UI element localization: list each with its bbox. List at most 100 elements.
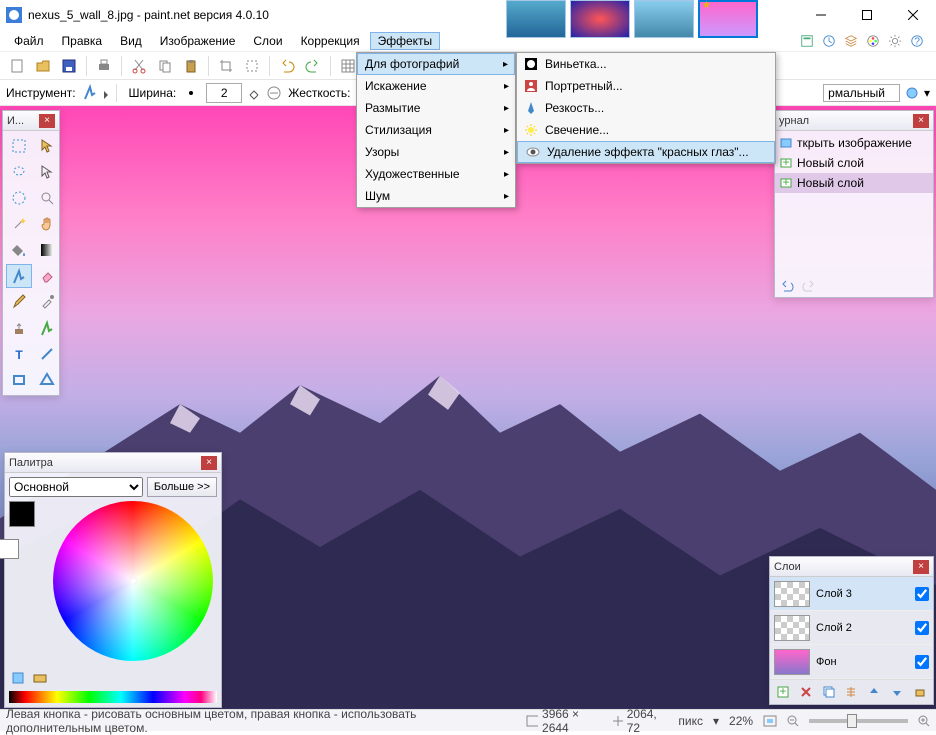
pencil-tool[interactable]: [6, 290, 32, 314]
layers-panel[interactable]: Слои × Слой 3 Слой 2 Фон +: [769, 556, 934, 705]
zoom-out-icon[interactable]: [787, 715, 799, 727]
magic-wand-tool[interactable]: [6, 212, 32, 236]
tools-panel-close[interactable]: ×: [39, 114, 55, 128]
gradient-tool[interactable]: [34, 238, 60, 262]
blend-mode-select[interactable]: рмальный: [823, 84, 900, 102]
undo-icon[interactable]: [276, 55, 298, 77]
submenu-portrait[interactable]: Портретный...: [517, 75, 775, 97]
zoom-slider-handle[interactable]: [847, 714, 857, 728]
colors-panel[interactable]: Палитра × Основной Больше >>: [4, 452, 222, 708]
print-icon[interactable]: [93, 55, 115, 77]
line-tool[interactable]: [34, 342, 60, 366]
merge-layer-icon[interactable]: [842, 683, 860, 701]
doc-thumb-3[interactable]: [634, 0, 694, 38]
menu-image[interactable]: Изображение: [152, 32, 244, 50]
rectangle-tool[interactable]: [6, 368, 32, 392]
move-selection-tool[interactable]: [34, 134, 60, 158]
zoom-in-icon[interactable]: [918, 715, 930, 727]
width-input[interactable]: [206, 83, 242, 103]
color-mode-select[interactable]: Основной: [9, 477, 143, 497]
tool-selector[interactable]: [82, 84, 110, 102]
blend-dropdown-icon[interactable]: ▾: [924, 86, 930, 100]
layer-properties-icon[interactable]: [911, 683, 929, 701]
add-palette-color-icon[interactable]: [9, 669, 27, 687]
duplicate-layer-icon[interactable]: [820, 683, 838, 701]
zoom-tool[interactable]: [34, 186, 60, 210]
fit-window-icon[interactable]: [763, 715, 777, 727]
rect-select-tool[interactable]: [6, 134, 32, 158]
color-strip[interactable]: [9, 691, 217, 703]
unit-dropdown-icon[interactable]: ▾: [713, 714, 719, 728]
history-panel[interactable]: урнал × ткрыть изображение +Новый слой +…: [774, 110, 934, 298]
paste-icon[interactable]: [180, 55, 202, 77]
cut-icon[interactable]: [128, 55, 150, 77]
history-item[interactable]: +Новый слой: [775, 153, 933, 173]
history-window-toggle[interactable]: [820, 32, 838, 50]
copy-icon[interactable]: [154, 55, 176, 77]
minimize-button[interactable]: [798, 0, 844, 30]
new-file-icon[interactable]: [6, 55, 28, 77]
move-layer-down-icon[interactable]: [888, 683, 906, 701]
history-panel-close[interactable]: ×: [913, 114, 929, 128]
layers-window-toggle[interactable]: [842, 32, 860, 50]
recolor-tool[interactable]: [34, 316, 60, 340]
move-tool[interactable]: [34, 160, 60, 184]
doc-thumb-1[interactable]: [506, 0, 566, 38]
layer-item[interactable]: Фон: [770, 645, 933, 679]
submenu-glow[interactable]: Свечение...: [517, 119, 775, 141]
move-layer-up-icon[interactable]: [865, 683, 883, 701]
redo-icon[interactable]: [302, 55, 324, 77]
menu-file[interactable]: Файл: [6, 32, 52, 50]
status-unit[interactable]: пикс: [678, 714, 703, 728]
layer-visible-checkbox[interactable]: [915, 655, 929, 669]
tools-panel[interactable]: И... × T: [2, 110, 60, 396]
text-tool[interactable]: T: [6, 342, 32, 366]
submenu-vignette[interactable]: Виньетка...: [517, 53, 775, 75]
close-button[interactable]: [890, 0, 936, 30]
effects-menu-stylize[interactable]: Стилизация▸: [357, 119, 515, 141]
width-decrease-icon[interactable]: [266, 85, 282, 101]
menu-view[interactable]: Вид: [112, 32, 150, 50]
ellipse-select-tool[interactable]: [6, 186, 32, 210]
doc-thumb-2[interactable]: [570, 0, 630, 38]
antialias-icon[interactable]: [904, 85, 920, 101]
pan-tool[interactable]: [34, 212, 60, 236]
lasso-tool[interactable]: [6, 160, 32, 184]
delete-layer-icon[interactable]: [797, 683, 815, 701]
save-icon[interactable]: [58, 55, 80, 77]
menu-edit[interactable]: Правка: [54, 32, 111, 50]
tools-window-toggle[interactable]: [798, 32, 816, 50]
width-dropdown-icon[interactable]: [248, 84, 260, 102]
more-button[interactable]: Больше >>: [147, 477, 217, 497]
effects-menu-blur[interactable]: Размытие▸: [357, 97, 515, 119]
maximize-button[interactable]: [844, 0, 890, 30]
settings-icon[interactable]: [886, 32, 904, 50]
effects-menu-patterns[interactable]: Узоры▸: [357, 141, 515, 163]
color-wheel[interactable]: [53, 501, 213, 661]
effects-menu-photography[interactable]: Для фотографий▸: [357, 53, 515, 75]
history-redo-icon[interactable]: [801, 279, 817, 293]
eraser-tool[interactable]: [34, 264, 60, 288]
menu-layers[interactable]: Слои: [245, 32, 290, 50]
fill-tool[interactable]: [6, 238, 32, 262]
layers-panel-close[interactable]: ×: [913, 560, 929, 574]
colors-window-toggle[interactable]: [864, 32, 882, 50]
primary-color-swatch[interactable]: [9, 501, 35, 527]
palette-manage-icon[interactable]: [31, 669, 49, 687]
deselect-icon[interactable]: [241, 55, 263, 77]
layer-item[interactable]: Слой 3: [770, 577, 933, 611]
help-icon[interactable]: ?: [908, 32, 926, 50]
doc-thumb-4-active[interactable]: [698, 0, 758, 38]
colors-panel-close[interactable]: ×: [201, 456, 217, 470]
paintbrush-tool[interactable]: [6, 264, 32, 288]
color-picker-tool[interactable]: [34, 290, 60, 314]
layer-item[interactable]: Слой 2: [770, 611, 933, 645]
layer-visible-checkbox[interactable]: [915, 587, 929, 601]
history-item[interactable]: ткрыть изображение: [775, 133, 933, 153]
secondary-color-swatch[interactable]: [0, 539, 19, 559]
zoom-slider[interactable]: [809, 719, 908, 723]
effects-menu-distort[interactable]: Искажение▸: [357, 75, 515, 97]
add-layer-icon[interactable]: +: [774, 683, 792, 701]
effects-menu-artistic[interactable]: Художественные▸: [357, 163, 515, 185]
history-undo-icon[interactable]: [779, 279, 795, 293]
